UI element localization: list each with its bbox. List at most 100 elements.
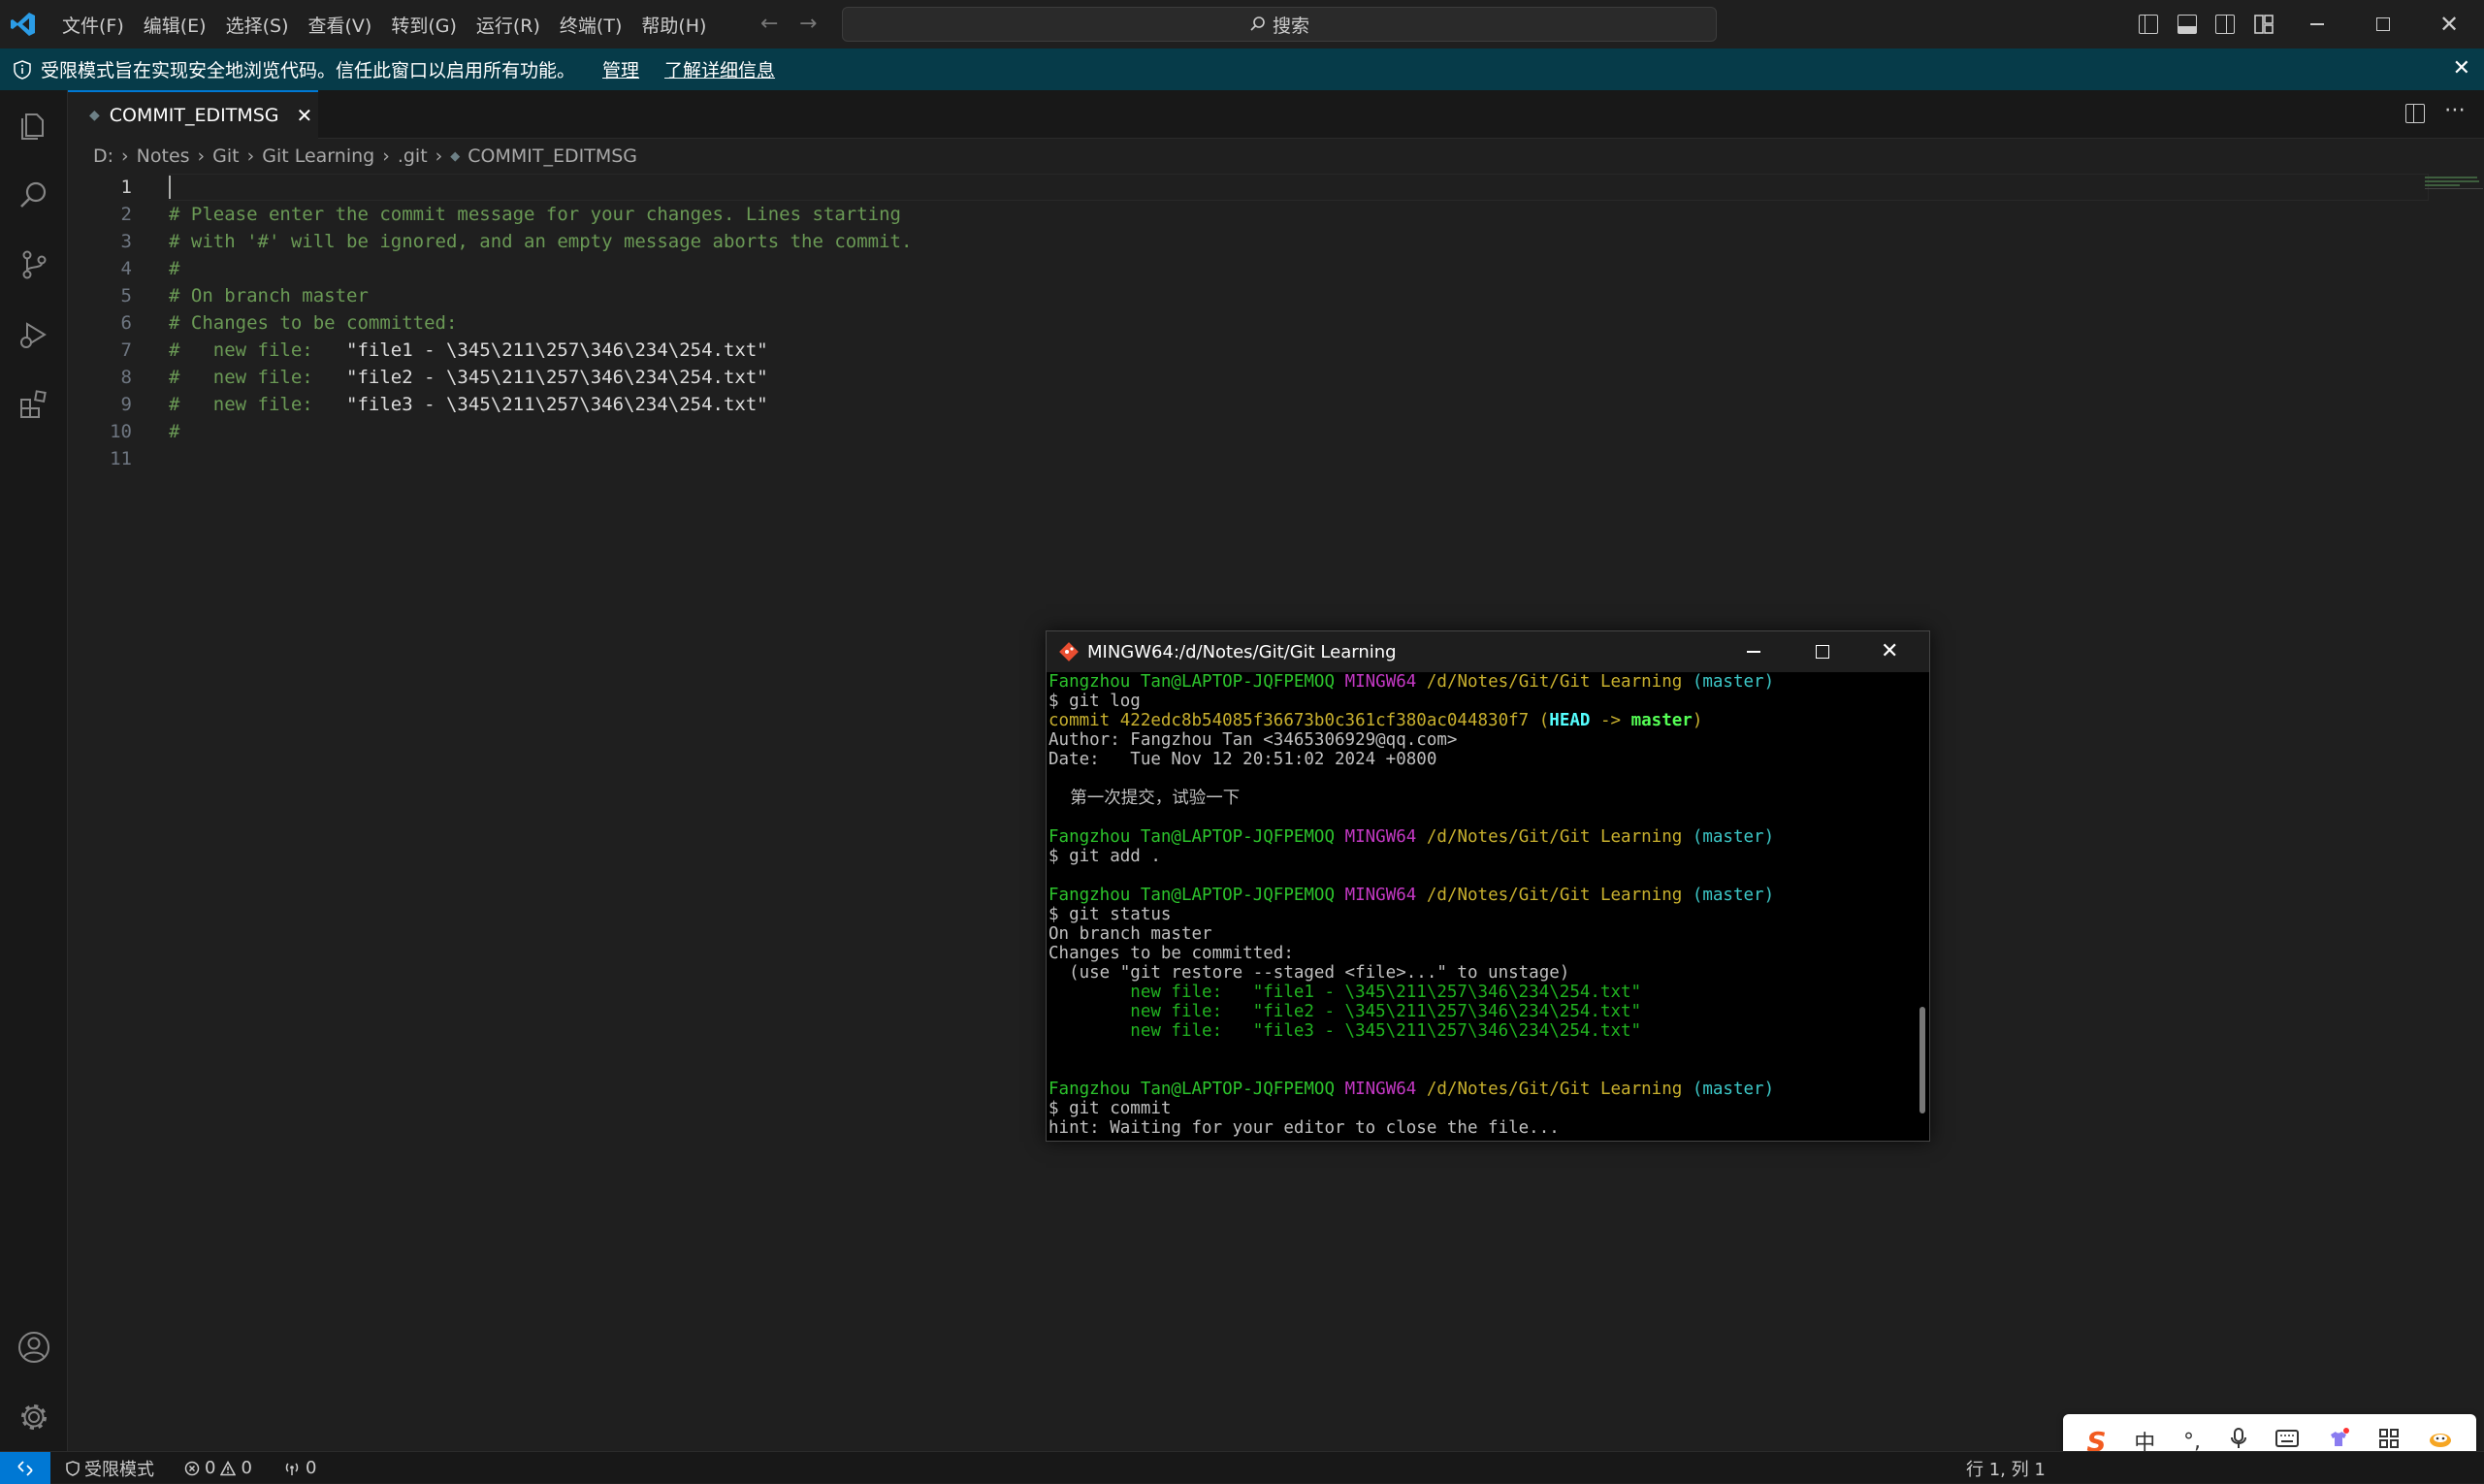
forward-arrow-icon[interactable]: → bbox=[799, 12, 817, 36]
banner-text: 受限模式旨在实现安全地浏览代码。信任此窗口以启用所有功能。 bbox=[41, 60, 576, 81]
tab-commit-editmsg[interactable]: ◆ COMMIT_EDITMSG ✕ bbox=[68, 90, 318, 139]
line-number: 2 bbox=[120, 204, 132, 225]
title-bar: 文件(F) 编辑(E) 选择(S) 查看(V) 转到(G) 运行(R) 终端(T… bbox=[0, 0, 2484, 48]
problems-status[interactable]: 0 0 bbox=[184, 1452, 252, 1484]
terminal-scroll-thumb[interactable] bbox=[1919, 1007, 1925, 1113]
prompt-branch: (master) bbox=[1692, 886, 1775, 905]
prompt-branch: (master) bbox=[1692, 827, 1775, 847]
mingw-terminal-window[interactable]: MINGW64:/d/Notes/Git/Git Learning ✕ Fang… bbox=[1046, 630, 1930, 1142]
menu-run[interactable]: 运行(R) bbox=[467, 12, 550, 38]
terminal-title-bar[interactable]: MINGW64:/d/Notes/Git/Git Learning ✕ bbox=[1047, 631, 1929, 672]
line-number: 4 bbox=[120, 258, 132, 279]
editor-tab-bar: ◆ COMMIT_EDITMSG ✕ ⋯ bbox=[68, 90, 2484, 139]
remote-indicator-icon[interactable] bbox=[0, 1452, 50, 1484]
minimap[interactable] bbox=[2425, 174, 2483, 193]
terminal-maximize-icon[interactable] bbox=[1816, 645, 1829, 659]
prompt-path: /d/Notes/Git/Git Learning bbox=[1426, 672, 1683, 692]
source-control-icon[interactable] bbox=[0, 230, 68, 300]
commit-author: Author: Fangzhou Tan <3465306929@qq.com> bbox=[1048, 730, 1458, 750]
line-number: 7 bbox=[120, 339, 132, 361]
breadcrumb-notes[interactable]: Notes bbox=[137, 145, 190, 167]
back-arrow-icon[interactable]: ← bbox=[760, 12, 778, 36]
code-line: # Changes to be committed: bbox=[169, 312, 458, 334]
menu-selection[interactable]: 选择(S) bbox=[216, 12, 299, 38]
breadcrumb-git[interactable]: Git bbox=[212, 145, 239, 167]
ports-count: 0 bbox=[306, 1458, 317, 1478]
prompt-env: MINGW64 bbox=[1344, 827, 1417, 847]
status-line: (use "git restore --staged <file>..." to… bbox=[1048, 963, 1570, 983]
ime-punctuation-toggle[interactable]: °, bbox=[2183, 1430, 2201, 1454]
toggle-primary-sidebar-icon[interactable] bbox=[2139, 15, 2158, 34]
tab-close-icon[interactable]: ✕ bbox=[297, 104, 313, 127]
toggle-panel-icon[interactable] bbox=[2178, 15, 2197, 34]
prompt-user: Fangzhou Tan@LAPTOP-JQFPEMOQ bbox=[1048, 886, 1336, 905]
file-icon: ◆ bbox=[89, 108, 100, 123]
banner-manage-link[interactable]: 管理 bbox=[602, 56, 639, 82]
menu-view[interactable]: 查看(V) bbox=[299, 12, 382, 38]
customize-layout-icon[interactable] bbox=[2254, 15, 2274, 34]
git-bash-icon bbox=[1058, 641, 1080, 662]
minimize-window-icon[interactable] bbox=[2284, 0, 2350, 48]
staged-file: new file: "file2 - \345\211\257\346\234\… bbox=[1048, 1002, 1642, 1021]
extensions-icon[interactable] bbox=[0, 370, 68, 439]
line-number: 10 bbox=[110, 421, 132, 442]
banner-learn-more-link[interactable]: 了解详细信息 bbox=[664, 56, 775, 82]
breadcrumb-dot-git[interactable]: .git bbox=[398, 145, 428, 167]
menu-edit[interactable]: 编辑(E) bbox=[134, 12, 216, 38]
restore-window-icon[interactable] bbox=[2350, 0, 2416, 48]
menu-help[interactable]: 帮助(H) bbox=[631, 12, 716, 38]
breadcrumb-separator-icon: › bbox=[382, 145, 390, 167]
terminal-scrollbar[interactable] bbox=[1916, 672, 1929, 1141]
prompt-path: /d/Notes/Git/Git Learning bbox=[1426, 827, 1683, 847]
accounts-icon[interactable] bbox=[0, 1312, 68, 1382]
ports-status[interactable]: 0 bbox=[283, 1452, 316, 1484]
line-number: 8 bbox=[120, 367, 132, 388]
breadcrumb-git-learning[interactable]: Git Learning bbox=[262, 145, 374, 167]
error-icon bbox=[184, 1461, 200, 1475]
breadcrumb-separator-icon: › bbox=[435, 145, 443, 167]
commit-hash: commit 422edc8b54085f36673b0c361cf380ac0… bbox=[1048, 711, 1530, 730]
search-label: 搜索 bbox=[1272, 15, 1309, 37]
terminal-command: $ git add . bbox=[1048, 847, 1161, 866]
terminal-command: $ git commit bbox=[1048, 1099, 1172, 1118]
banner-close-icon[interactable]: ✕ bbox=[2453, 56, 2470, 81]
status-line: Changes to be committed: bbox=[1048, 944, 1294, 963]
terminal-close-icon[interactable]: ✕ bbox=[1881, 639, 1898, 663]
toggle-secondary-sidebar-icon[interactable] bbox=[2215, 15, 2235, 34]
explorer-icon[interactable] bbox=[0, 90, 68, 160]
close-window-icon[interactable]: ✕ bbox=[2416, 0, 2482, 48]
hint-line: hint: Waiting for your editor to close t… bbox=[1048, 1118, 1560, 1138]
terminal-output[interactable]: Fangzhou Tan@LAPTOP-JQFPEMOQ MINGW64 /d/… bbox=[1048, 672, 1912, 1141]
breadcrumb-file[interactable]: COMMIT_EDITMSG bbox=[468, 145, 637, 167]
more-actions-icon[interactable]: ⋯ bbox=[2444, 98, 2466, 122]
status-line: On branch master bbox=[1048, 924, 1212, 944]
terminal-title: MINGW64:/d/Notes/Git/Git Learning bbox=[1087, 641, 1397, 662]
search-icon[interactable] bbox=[0, 160, 68, 230]
menu-go[interactable]: 转到(G) bbox=[381, 12, 467, 38]
menu-terminal[interactable]: 终端(T) bbox=[550, 12, 631, 38]
restricted-mode-banner: 受限模式旨在实现安全地浏览代码。信任此窗口以启用所有功能。 管理 了解详细信息 … bbox=[0, 48, 2484, 90]
manage-gear-icon[interactable] bbox=[0, 1382, 68, 1452]
menu-file[interactable]: 文件(F) bbox=[52, 12, 134, 38]
terminal-command: $ git status bbox=[1048, 905, 1172, 924]
shield-icon bbox=[66, 1460, 80, 1476]
commit-date: Date: Tue Nov 12 20:51:02 2024 +0800 bbox=[1048, 750, 1437, 769]
terminal-minimize-icon[interactable] bbox=[1747, 651, 1760, 653]
line-number: 3 bbox=[120, 231, 132, 252]
current-line-highlight bbox=[169, 174, 2429, 201]
code-line: # On branch master bbox=[169, 285, 369, 306]
split-editor-icon[interactable] bbox=[2405, 104, 2425, 123]
line-number: 1 bbox=[120, 177, 132, 198]
run-debug-icon[interactable] bbox=[0, 300, 68, 370]
activity-bar bbox=[0, 90, 68, 1451]
shield-info-icon bbox=[14, 59, 31, 80]
prompt-branch: (master) bbox=[1692, 672, 1775, 692]
prompt-user: Fangzhou Tan@LAPTOP-JQFPEMOQ bbox=[1048, 1080, 1336, 1099]
command-center-search[interactable]: 搜索 bbox=[842, 7, 1717, 42]
line-number: 11 bbox=[110, 448, 132, 469]
cursor-position-status[interactable]: 行 1, 列 1 bbox=[1966, 1452, 2046, 1484]
restricted-mode-status[interactable]: 受限模式 bbox=[66, 1452, 154, 1484]
breadcrumb-separator-icon: › bbox=[197, 145, 206, 167]
file-icon: ◆ bbox=[450, 148, 461, 164]
breadcrumb-drive[interactable]: D: bbox=[93, 145, 113, 167]
